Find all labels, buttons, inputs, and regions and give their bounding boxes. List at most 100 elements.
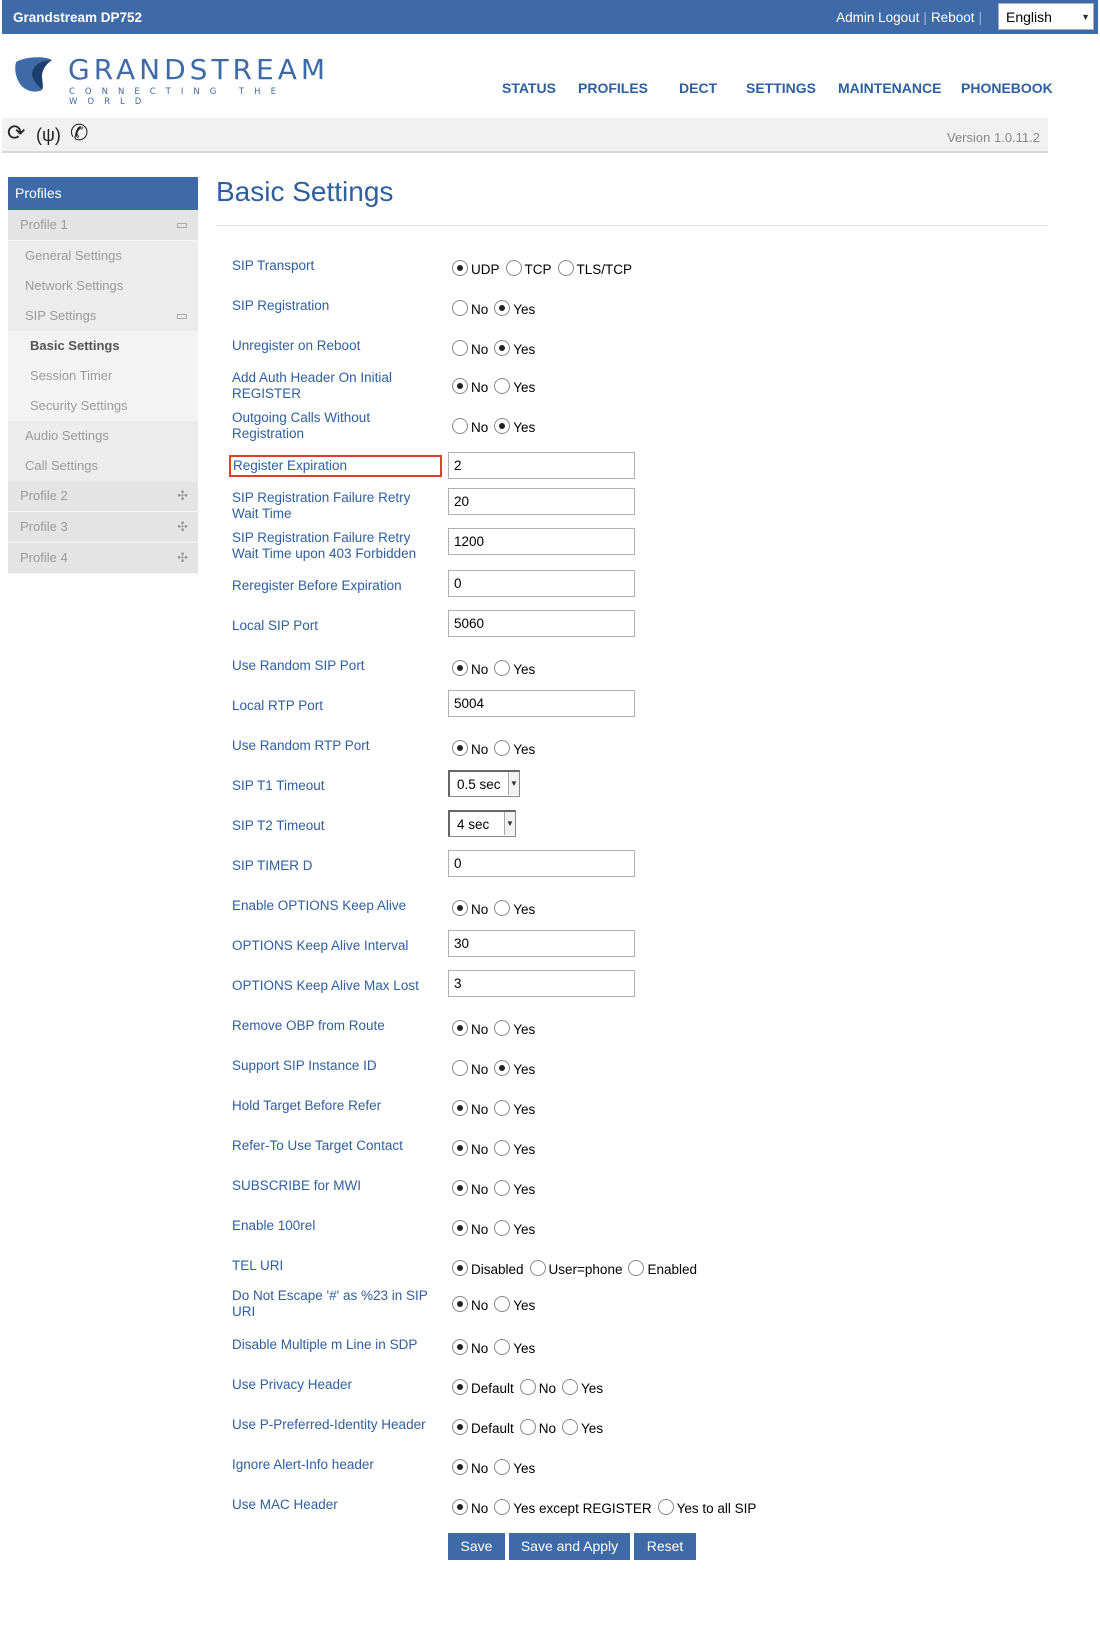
radio-option[interactable]: Yes	[490, 1100, 535, 1117]
radio-option[interactable]: No	[448, 660, 488, 677]
sidebar-item-general-settings[interactable]: General Settings	[8, 241, 198, 271]
collapse-icon[interactable]: ▭	[176, 210, 188, 240]
radio-button[interactable]	[452, 660, 468, 676]
radio-button[interactable]	[494, 1140, 511, 1156]
radio-button[interactable]	[452, 260, 468, 276]
collapse-icon[interactable]: ▭	[176, 301, 188, 331]
radio-option[interactable]: UDP	[448, 260, 500, 277]
radio-button[interactable]	[494, 300, 511, 316]
local-sip-port-input[interactable]: 5060	[448, 610, 635, 637]
radio-option[interactable]: No	[516, 1379, 556, 1396]
radio-option[interactable]: Yes	[490, 340, 535, 357]
radio-option[interactable]: Yes	[490, 300, 535, 317]
radio-option[interactable]: No	[448, 900, 488, 917]
sidebar-item-profile-2[interactable]: Profile 2 ✣	[8, 481, 198, 512]
nav-profiles[interactable]: PROFILES	[578, 80, 648, 96]
refresh-icon[interactable]: ⟳	[7, 122, 25, 144]
reboot-link[interactable]: Reboot	[931, 10, 975, 25]
sidebar-item-session-timer[interactable]: Session Timer	[8, 361, 198, 391]
radio-option[interactable]: Yes	[490, 1140, 535, 1157]
radio-option[interactable]: No	[448, 1020, 488, 1037]
reg-failure-retry-input[interactable]: 20	[448, 488, 635, 515]
sidebar-item-basic-settings[interactable]: Basic Settings	[8, 331, 198, 361]
radio-button[interactable]	[452, 1296, 468, 1312]
options-max-lost-input[interactable]: 3	[448, 970, 635, 997]
radio-button[interactable]	[562, 1379, 579, 1395]
radio-option[interactable]: No	[448, 1459, 488, 1476]
radio-option[interactable]: TCP	[502, 260, 552, 277]
radio-option[interactable]: No	[448, 418, 488, 435]
nav-maintenance[interactable]: MAINTENANCE	[838, 80, 941, 96]
radio-button[interactable]	[494, 660, 511, 676]
radio-button[interactable]	[452, 1339, 468, 1355]
radio-option[interactable]: Yes	[558, 1379, 603, 1396]
local-rtp-port-input[interactable]: 5004	[448, 690, 635, 717]
save-button[interactable]: Save	[448, 1533, 505, 1560]
radio-option[interactable]: No	[448, 1100, 488, 1117]
radio-option[interactable]: No	[448, 1339, 488, 1356]
radio-button[interactable]	[494, 1499, 511, 1515]
radio-option[interactable]: Yes	[490, 1060, 535, 1077]
radio-button[interactable]	[452, 1180, 468, 1196]
radio-button[interactable]	[657, 1499, 674, 1515]
radio-option[interactable]: Yes to all SIP	[654, 1499, 756, 1516]
radio-option[interactable]: Default	[448, 1419, 514, 1436]
radio-option[interactable]: Yes	[490, 1020, 535, 1037]
radio-option[interactable]: Yes	[490, 1339, 535, 1356]
radio-option[interactable]: No	[448, 1296, 488, 1313]
radio-button[interactable]	[494, 740, 511, 756]
nav-dect[interactable]: DECT	[679, 80, 717, 96]
nav-phonebook[interactable]: PHONEBOOK	[961, 80, 1053, 96]
admin-logout-link[interactable]: Admin Logout	[836, 10, 919, 25]
radio-option[interactable]: Yes	[490, 1220, 535, 1237]
sidebar-item-profile-4[interactable]: Profile 4 ✣	[8, 543, 198, 574]
radio-button[interactable]	[628, 1260, 645, 1276]
reg-failure-retry-403-input[interactable]: 1200	[448, 528, 635, 555]
radio-option[interactable]: Yes	[490, 900, 535, 917]
radio-button[interactable]	[452, 300, 468, 316]
radio-option[interactable]: Yes	[490, 1296, 535, 1313]
radio-button[interactable]	[505, 260, 522, 276]
radio-button[interactable]	[452, 1060, 468, 1076]
register-expiration-input[interactable]: 2	[448, 452, 635, 479]
radio-button[interactable]	[452, 740, 468, 756]
radio-button[interactable]	[452, 1020, 468, 1036]
radio-option[interactable]: User=phone	[526, 1260, 622, 1277]
radio-option[interactable]: No	[516, 1419, 556, 1436]
sidebar-item-sip-settings[interactable]: SIP Settings ▭	[8, 301, 198, 331]
radio-option[interactable]: No	[448, 740, 488, 757]
expand-icon[interactable]: ✣	[177, 512, 188, 542]
radio-button[interactable]	[494, 1020, 511, 1036]
radio-option[interactable]: Yes	[558, 1419, 603, 1436]
sidebar-item-profile-1[interactable]: Profile 1 ▭	[8, 210, 198, 241]
radio-option[interactable]: No	[448, 300, 488, 317]
sip-t1-timeout-select[interactable]: 0.5 sec ▼	[448, 770, 520, 797]
radio-option[interactable]: Yes	[490, 418, 535, 435]
radio-option[interactable]: Yes	[490, 1180, 535, 1197]
radio-option[interactable]: Default	[448, 1379, 514, 1396]
expand-icon[interactable]: ✣	[177, 481, 188, 511]
radio-option[interactable]: No	[448, 1220, 488, 1237]
radio-button[interactable]	[452, 378, 468, 394]
radio-button[interactable]	[452, 1100, 468, 1116]
radio-option[interactable]: No	[448, 1060, 488, 1077]
sidebar-item-security-settings[interactable]: Security Settings	[8, 391, 198, 421]
options-interval-input[interactable]: 30	[448, 930, 635, 957]
radio-option[interactable]: Yes	[490, 740, 535, 757]
radio-option[interactable]: Yes except REGISTER	[490, 1499, 652, 1516]
radio-button[interactable]	[452, 1220, 468, 1236]
radio-button[interactable]	[494, 1220, 511, 1236]
radio-button[interactable]	[519, 1379, 536, 1395]
phone-icon[interactable]: ✆	[70, 122, 88, 144]
radio-button[interactable]	[452, 340, 468, 356]
radio-button[interactable]	[452, 1140, 468, 1156]
nav-status[interactable]: STATUS	[502, 80, 556, 96]
save-and-apply-button[interactable]: Save and Apply	[509, 1533, 630, 1560]
sidebar-item-network-settings[interactable]: Network Settings	[8, 271, 198, 301]
radio-option[interactable]: No	[448, 1140, 488, 1157]
radio-button[interactable]	[494, 1100, 511, 1116]
radio-option[interactable]: No	[448, 378, 488, 395]
radio-option[interactable]: No	[448, 1180, 488, 1197]
radio-button[interactable]	[529, 1260, 546, 1276]
reregister-before-exp-input[interactable]: 0	[448, 570, 635, 597]
